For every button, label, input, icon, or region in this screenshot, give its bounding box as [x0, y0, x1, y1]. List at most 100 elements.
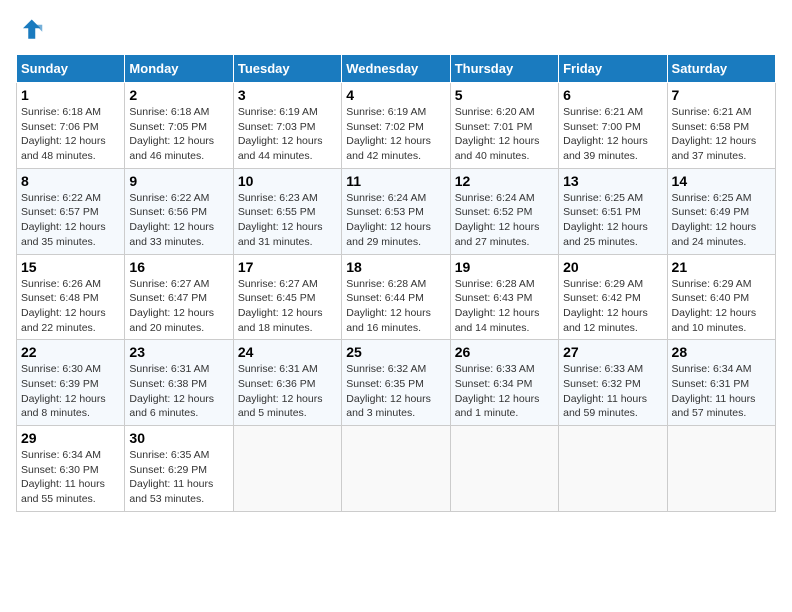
cell-details: Sunrise: 6:31 AMSunset: 6:36 PMDaylight:… [238, 362, 337, 421]
calendar-cell: 21 Sunrise: 6:29 AMSunset: 6:40 PMDayligh… [667, 254, 775, 340]
calendar-cell: 27Sunrise: 6:33 AMSunset: 6:32 PMDayligh… [559, 340, 667, 426]
calendar-cell: 14Sunrise: 6:25 AMSunset: 6:49 PMDayligh… [667, 168, 775, 254]
day-number: 8 [21, 173, 120, 189]
day-number: 25 [346, 344, 445, 360]
calendar-cell: 1 Sunrise: 6:18 AMSunset: 7:06 PMDaylight… [17, 83, 125, 169]
day-number: 13 [563, 173, 662, 189]
day-number: 27 [563, 344, 662, 360]
calendar-week-row: 29Sunrise: 6:34 AMSunset: 6:30 PMDayligh… [17, 426, 776, 512]
calendar-cell: 23 Sunrise: 6:31 AMSunset: 6:38 PMDayligh… [125, 340, 233, 426]
cell-details: Sunrise: 6:29 AMSunset: 6:42 PMDaylight:… [563, 277, 662, 336]
logo [16, 16, 48, 44]
calendar-cell: 3 Sunrise: 6:19 AMSunset: 7:03 PMDaylight… [233, 83, 341, 169]
day-number: 2 [129, 87, 228, 103]
calendar-cell: 12Sunrise: 6:24 AMSunset: 6:52 PMDayligh… [450, 168, 558, 254]
calendar-cell: 8 Sunrise: 6:22 AMSunset: 6:57 PMDaylight… [17, 168, 125, 254]
calendar-cell: 6 Sunrise: 6:21 AMSunset: 7:00 PMDaylight… [559, 83, 667, 169]
cell-details: Sunrise: 6:34 AMSunset: 6:31 PMDaylight:… [672, 362, 771, 421]
calendar-cell: 11 Sunrise: 6:24 AMSunset: 6:53 PMDayligh… [342, 168, 450, 254]
calendar-week-row: 8 Sunrise: 6:22 AMSunset: 6:57 PMDaylight… [17, 168, 776, 254]
calendar-cell: 26Sunrise: 6:33 AMSunset: 6:34 PMDayligh… [450, 340, 558, 426]
calendar-header-row: SundayMondayTuesdayWednesdayThursdayFrid… [17, 55, 776, 83]
day-number: 15 [21, 259, 120, 275]
cell-details: Sunrise: 6:22 AMSunset: 6:56 PMDaylight:… [129, 191, 228, 250]
cell-details: Sunrise: 6:22 AMSunset: 6:57 PMDaylight:… [21, 191, 120, 250]
day-number: 3 [238, 87, 337, 103]
day-number: 23 [129, 344, 228, 360]
day-number: 19 [455, 259, 554, 275]
cell-details: Sunrise: 6:27 AMSunset: 6:47 PMDaylight:… [129, 277, 228, 336]
day-number: 4 [346, 87, 445, 103]
cell-details: Sunrise: 6:35 AMSunset: 6:29 PMDaylight:… [129, 448, 228, 507]
calendar-cell: 18 Sunrise: 6:28 AMSunset: 6:44 PMDayligh… [342, 254, 450, 340]
day-number: 14 [672, 173, 771, 189]
cell-details: Sunrise: 6:28 AMSunset: 6:44 PMDaylight:… [346, 277, 445, 336]
calendar-cell: 16 Sunrise: 6:27 AMSunset: 6:47 PMDayligh… [125, 254, 233, 340]
calendar-table: SundayMondayTuesdayWednesdayThursdayFrid… [16, 54, 776, 512]
calendar-cell: 10 Sunrise: 6:23 AMSunset: 6:55 PMDayligh… [233, 168, 341, 254]
day-number: 22 [21, 344, 120, 360]
calendar-week-row: 22 Sunrise: 6:30 AMSunset: 6:39 PMDayligh… [17, 340, 776, 426]
day-number: 1 [21, 87, 120, 103]
day-header-saturday: Saturday [667, 55, 775, 83]
day-number: 18 [346, 259, 445, 275]
day-header-monday: Monday [125, 55, 233, 83]
cell-details: Sunrise: 6:28 AMSunset: 6:43 PMDaylight:… [455, 277, 554, 336]
day-header-thursday: Thursday [450, 55, 558, 83]
cell-details: Sunrise: 6:34 AMSunset: 6:30 PMDaylight:… [21, 448, 120, 507]
calendar-cell [450, 426, 558, 512]
page-header [16, 16, 776, 44]
calendar-cell: 17 Sunrise: 6:27 AMSunset: 6:45 PMDayligh… [233, 254, 341, 340]
cell-details: Sunrise: 6:19 AMSunset: 7:03 PMDaylight:… [238, 105, 337, 164]
calendar-cell: 29Sunrise: 6:34 AMSunset: 6:30 PMDayligh… [17, 426, 125, 512]
calendar-cell: 7Sunrise: 6:21 AMSunset: 6:58 PMDaylight… [667, 83, 775, 169]
day-number: 5 [455, 87, 554, 103]
calendar-cell: 4 Sunrise: 6:19 AMSunset: 7:02 PMDaylight… [342, 83, 450, 169]
calendar-cell: 22 Sunrise: 6:30 AMSunset: 6:39 PMDayligh… [17, 340, 125, 426]
day-number: 21 [672, 259, 771, 275]
calendar-cell: 24Sunrise: 6:31 AMSunset: 6:36 PMDayligh… [233, 340, 341, 426]
day-header-sunday: Sunday [17, 55, 125, 83]
day-number: 20 [563, 259, 662, 275]
day-number: 28 [672, 344, 771, 360]
calendar-cell: 13 Sunrise: 6:25 AMSunset: 6:51 PMDayligh… [559, 168, 667, 254]
calendar-cell [559, 426, 667, 512]
day-number: 9 [129, 173, 228, 189]
day-number: 10 [238, 173, 337, 189]
cell-details: Sunrise: 6:24 AMSunset: 6:53 PMDaylight:… [346, 191, 445, 250]
cell-details: Sunrise: 6:29 AMSunset: 6:40 PMDaylight:… [672, 277, 771, 336]
calendar-cell: 15 Sunrise: 6:26 AMSunset: 6:48 PMDayligh… [17, 254, 125, 340]
calendar-week-row: 15 Sunrise: 6:26 AMSunset: 6:48 PMDayligh… [17, 254, 776, 340]
cell-details: Sunrise: 6:27 AMSunset: 6:45 PMDaylight:… [238, 277, 337, 336]
day-number: 11 [346, 173, 445, 189]
cell-details: Sunrise: 6:31 AMSunset: 6:38 PMDaylight:… [129, 362, 228, 421]
day-number: 16 [129, 259, 228, 275]
day-header-tuesday: Tuesday [233, 55, 341, 83]
cell-details: Sunrise: 6:32 AMSunset: 6:35 PMDaylight:… [346, 362, 445, 421]
calendar-cell: 5 Sunrise: 6:20 AMSunset: 7:01 PMDaylight… [450, 83, 558, 169]
calendar-cell: 20 Sunrise: 6:29 AMSunset: 6:42 PMDayligh… [559, 254, 667, 340]
day-number: 17 [238, 259, 337, 275]
day-number: 7 [672, 87, 771, 103]
calendar-cell [233, 426, 341, 512]
cell-details: Sunrise: 6:23 AMSunset: 6:55 PMDaylight:… [238, 191, 337, 250]
logo-icon [16, 16, 44, 44]
cell-details: Sunrise: 6:24 AMSunset: 6:52 PMDaylight:… [455, 191, 554, 250]
calendar-cell [667, 426, 775, 512]
calendar-cell: 28 Sunrise: 6:34 AMSunset: 6:31 PMDayligh… [667, 340, 775, 426]
cell-details: Sunrise: 6:25 AMSunset: 6:51 PMDaylight:… [563, 191, 662, 250]
cell-details: Sunrise: 6:20 AMSunset: 7:01 PMDaylight:… [455, 105, 554, 164]
day-header-friday: Friday [559, 55, 667, 83]
day-header-wednesday: Wednesday [342, 55, 450, 83]
day-number: 6 [563, 87, 662, 103]
calendar-cell: 19 Sunrise: 6:28 AMSunset: 6:43 PMDayligh… [450, 254, 558, 340]
calendar-cell [342, 426, 450, 512]
cell-details: Sunrise: 6:18 AMSunset: 7:06 PMDaylight:… [21, 105, 120, 164]
cell-details: Sunrise: 6:19 AMSunset: 7:02 PMDaylight:… [346, 105, 445, 164]
calendar-cell: 2Sunrise: 6:18 AMSunset: 7:05 PMDaylight… [125, 83, 233, 169]
calendar-cell: 9 Sunrise: 6:22 AMSunset: 6:56 PMDaylight… [125, 168, 233, 254]
cell-details: Sunrise: 6:21 AMSunset: 7:00 PMDaylight:… [563, 105, 662, 164]
cell-details: Sunrise: 6:30 AMSunset: 6:39 PMDaylight:… [21, 362, 120, 421]
cell-details: Sunrise: 6:26 AMSunset: 6:48 PMDaylight:… [21, 277, 120, 336]
day-number: 30 [129, 430, 228, 446]
